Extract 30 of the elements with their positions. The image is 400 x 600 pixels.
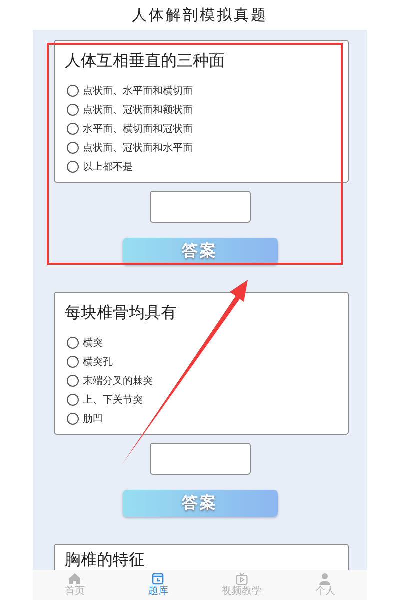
option-label[interactable]: 点状面、冠状面和额状面 xyxy=(83,102,193,116)
question-text: 人体互相垂直的三种面 xyxy=(65,50,226,72)
option-label[interactable]: 横突孔 xyxy=(83,354,113,368)
radio-button[interactable] xyxy=(67,374,79,386)
radio-button[interactable] xyxy=(67,394,79,406)
person-icon xyxy=(319,573,332,585)
radio-button[interactable] xyxy=(67,412,79,424)
tv-icon xyxy=(236,573,248,585)
option-label[interactable]: 点状面、水平面和横切面 xyxy=(83,84,193,98)
question-text: 每块椎骨均具有 xyxy=(65,302,178,324)
answer-field[interactable] xyxy=(150,443,250,475)
option-label[interactable]: 横突 xyxy=(83,336,103,350)
option-label[interactable]: 上、下关节突 xyxy=(83,392,143,406)
option-label[interactable]: 以上都不是 xyxy=(83,160,133,174)
radio-button[interactable] xyxy=(67,84,79,96)
question-text: 胸椎的特征 xyxy=(65,549,146,571)
page-title: 人体解剖模拟真题 xyxy=(132,6,268,24)
radio-button[interactable] xyxy=(67,160,79,172)
answer-field[interactable] xyxy=(150,191,250,223)
option-label[interactable]: 点状面、冠状面和水平面 xyxy=(83,140,193,154)
radio-button[interactable] xyxy=(67,356,79,368)
radio-button[interactable] xyxy=(67,104,79,116)
radio-button[interactable] xyxy=(67,122,79,134)
calendar-icon xyxy=(152,573,164,585)
option-label[interactable]: 肋凹 xyxy=(83,412,103,426)
radio-button[interactable] xyxy=(67,142,79,154)
option-label[interactable]: 末端分叉的棘突 xyxy=(83,374,153,388)
option-label[interactable]: 水平面、横切面和冠状面 xyxy=(83,122,193,136)
home-icon xyxy=(68,573,81,585)
radio-button[interactable] xyxy=(67,336,79,348)
